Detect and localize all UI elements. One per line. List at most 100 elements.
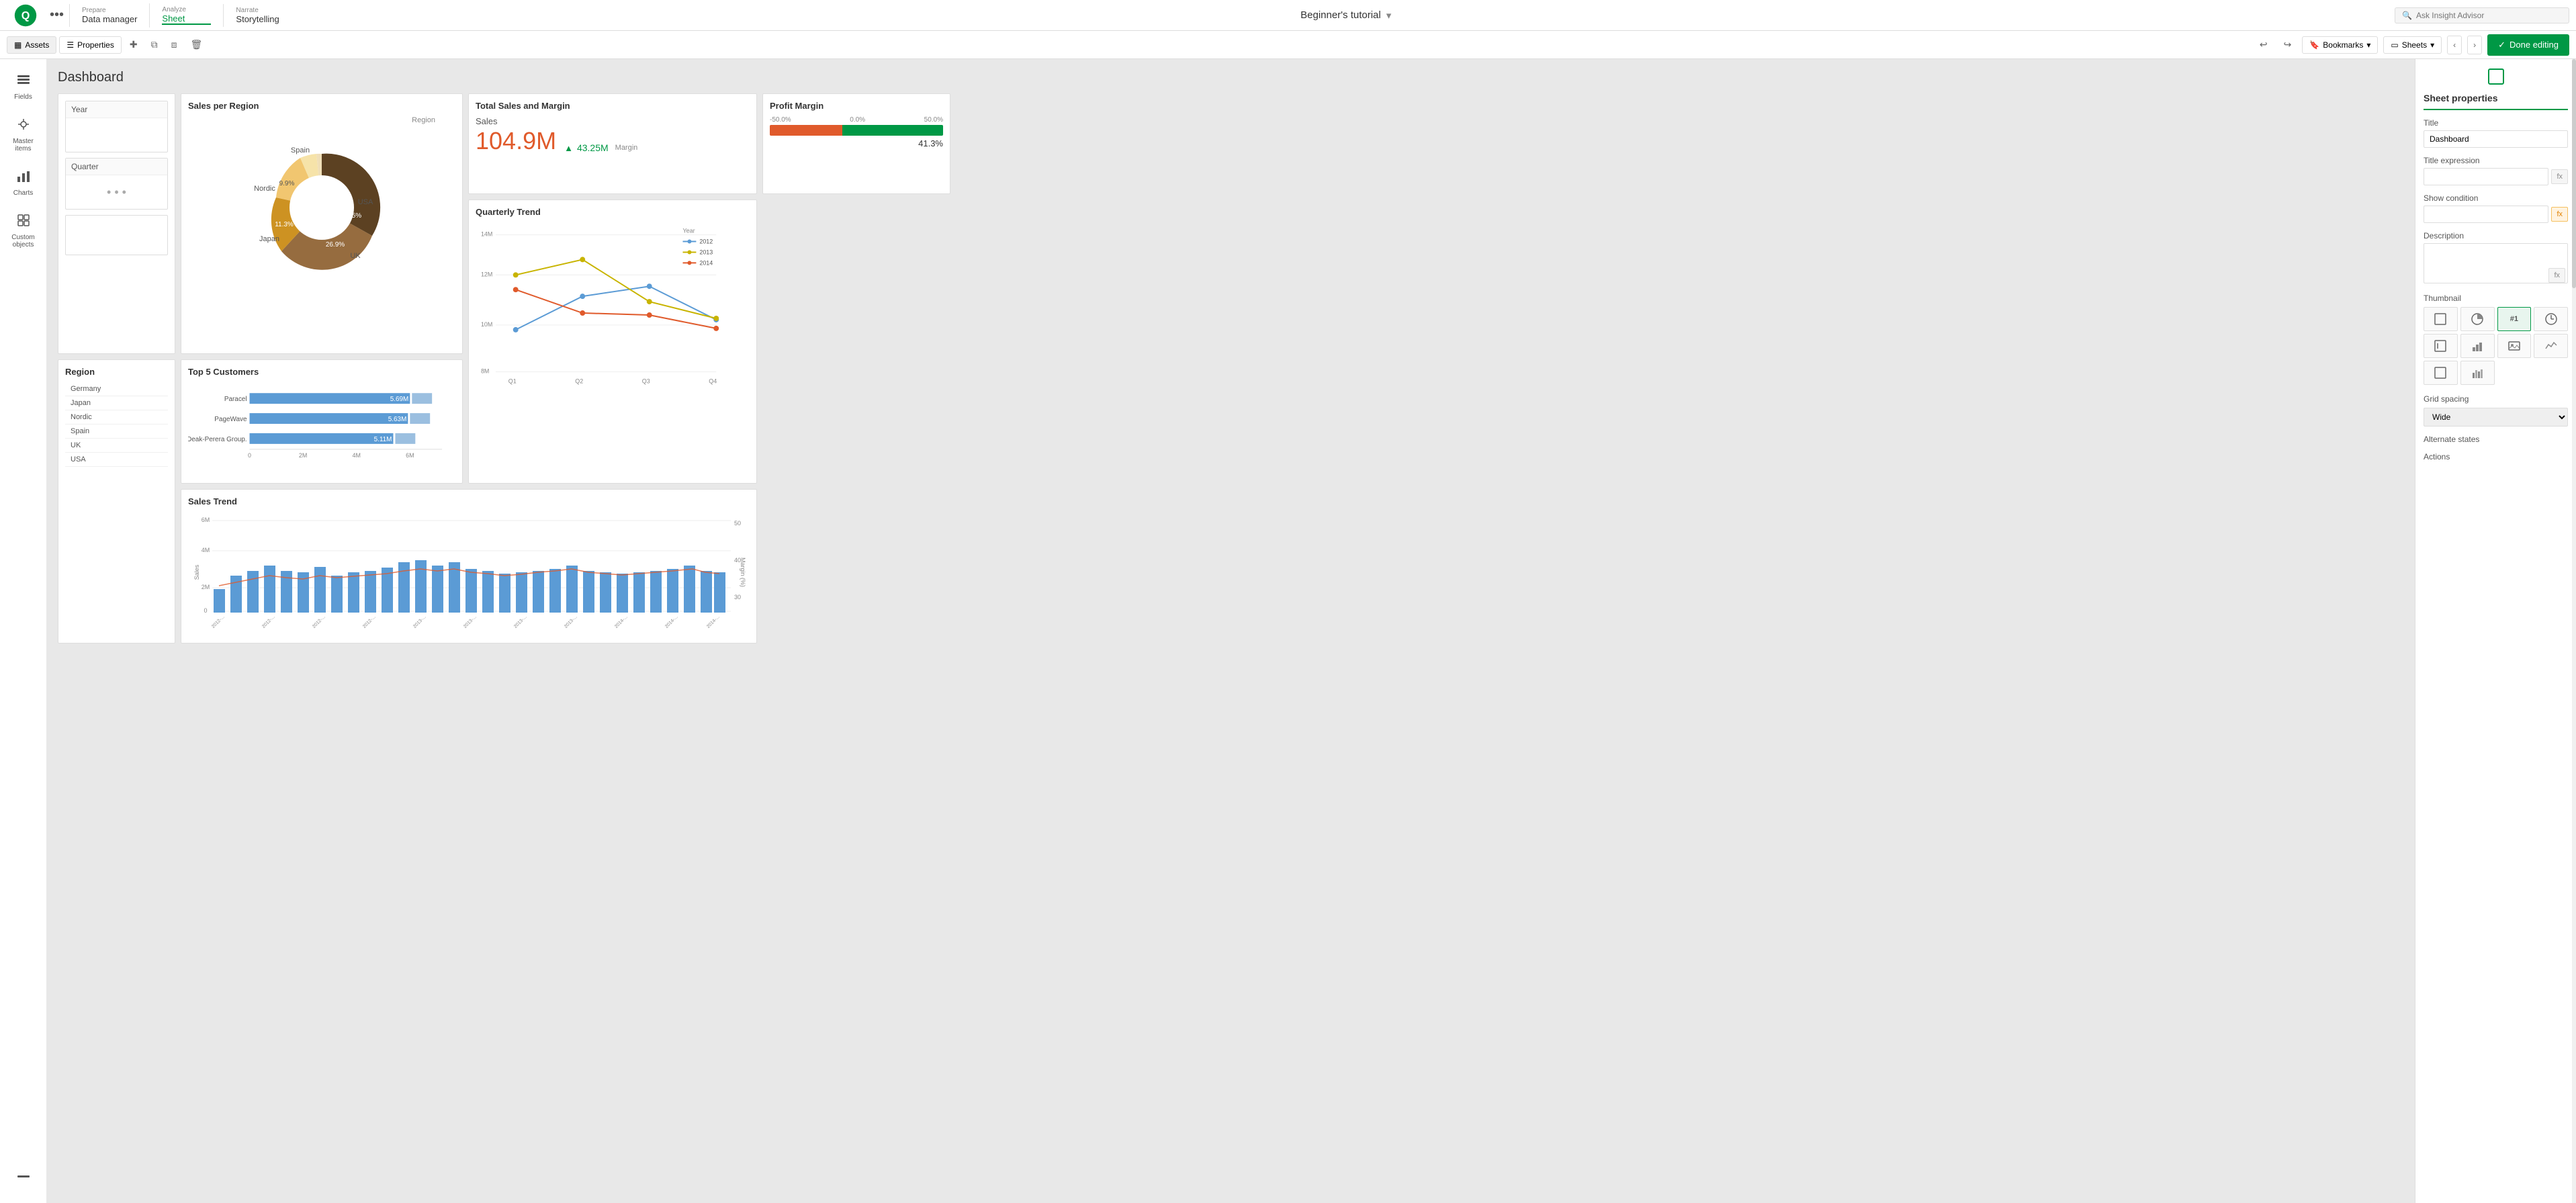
svg-text:2012-...: 2012-...: [211, 615, 226, 629]
thumb-line[interactable]: [2534, 334, 2568, 358]
thumb-badge-item[interactable]: #1: [2497, 307, 2532, 331]
thumb-sheet[interactable]: [2424, 307, 2458, 331]
region-list: GermanyJapanNordicSpainUKUSA: [65, 382, 168, 467]
svg-text:11.3%: 11.3%: [275, 221, 294, 228]
copy-button[interactable]: ⧈: [166, 35, 183, 54]
thumb-pie[interactable]: [2460, 307, 2495, 331]
svg-text:5.69M: 5.69M: [390, 396, 409, 403]
thumb-image[interactable]: [2497, 334, 2532, 358]
left-sidebar: Fields Master items Charts Custom object…: [0, 59, 47, 1203]
bookmarks-button[interactable]: 🔖 Bookmarks ▾: [2302, 36, 2378, 54]
app-title[interactable]: Beginner's tutorial ▾: [297, 9, 2395, 21]
undo-button[interactable]: ↩: [2254, 35, 2273, 54]
svg-text:Q3: Q3: [642, 378, 650, 385]
show-condition-input[interactable]: [2424, 206, 2548, 223]
show-condition-row: fx: [2424, 206, 2568, 223]
actions-label: Actions: [2424, 452, 2568, 461]
thumb-prev[interactable]: [2424, 334, 2458, 358]
add-object-button[interactable]: ✚: [124, 35, 143, 54]
nav-prepare[interactable]: Prepare Data manager: [69, 4, 149, 27]
toolbar: ▦ Assets ☰ Properties ✚ ⧉ ⧈ 🗑 ↩ ↪ 🔖 Book…: [0, 31, 2576, 59]
toolbar-right: ↩ ↪ 🔖 Bookmarks ▾ ▭ Sheets ▾ ‹ › ✓ Done …: [2254, 34, 2569, 56]
insight-advisor-search[interactable]: 🔍: [2395, 7, 2569, 24]
svg-text:Sales: Sales: [193, 564, 200, 580]
region-list-item[interactable]: Nordic: [65, 410, 168, 425]
svg-text:45.5%: 45.5%: [343, 212, 361, 220]
svg-text:4M: 4M: [202, 547, 210, 553]
assets-icon: ▦: [14, 40, 21, 50]
svg-text:2012-...: 2012-...: [261, 615, 276, 629]
svg-text:Q: Q: [21, 9, 30, 21]
redo-button[interactable]: ↪: [2278, 35, 2297, 54]
sales-trend-panel: Sales Trend 6M 4M 2M 0 Sales 50 40 30: [181, 489, 757, 643]
svg-text:2014-...: 2014-...: [614, 615, 629, 629]
fields-icon: [16, 73, 31, 91]
qlik-logo[interactable]: Q: [7, 3, 44, 28]
svg-text:14M: 14M: [481, 231, 492, 238]
quarterly-trend-panel: Quarterly Trend 14M 12M 10M 8M: [468, 199, 757, 484]
sheets-button[interactable]: ▭ Sheets ▾: [2383, 36, 2442, 54]
nav-next-button[interactable]: ›: [2467, 36, 2482, 54]
sales-per-region-panel: Sales per Region Region: [181, 93, 463, 354]
svg-text:Deak-Perera Group.: Deak-Perera Group.: [188, 436, 247, 443]
done-editing-button[interactable]: ✓ Done editing: [2487, 34, 2569, 56]
sidebar-item-fields[interactable]: Fields: [3, 66, 44, 107]
nav-narrate[interactable]: Narrate Storytelling: [223, 4, 297, 27]
sales-trend-chart: 6M 4M 2M 0 Sales 50 40 30 Margin (%): [188, 512, 750, 629]
region-list-item[interactable]: Japan: [65, 396, 168, 410]
region-list-item[interactable]: Spain: [65, 425, 168, 439]
sheets-caret-icon: ▾: [2430, 40, 2434, 50]
svg-text:2014: 2014: [699, 259, 713, 266]
svg-text:Nordic: Nordic: [254, 185, 275, 193]
master-items-label: Master items: [9, 138, 38, 152]
grid-spacing-select[interactable]: Wide Medium Narrow: [2424, 408, 2568, 427]
properties-icon: ☰: [66, 40, 74, 50]
title-input[interactable]: [2424, 130, 2568, 148]
nav-analyze[interactable]: Analyze Sheet: [149, 3, 223, 28]
delete-button[interactable]: 🗑: [185, 35, 208, 54]
sheets-icon: ▭: [2391, 40, 2398, 50]
total-sales-margin-panel: Total Sales and Margin Sales 104.9M ▲ 43…: [468, 93, 757, 194]
region-list-item[interactable]: USA: [65, 453, 168, 467]
thumb-next1[interactable]: [2424, 361, 2458, 385]
region-list-item[interactable]: UK: [65, 439, 168, 453]
thumb-bar[interactable]: [2460, 334, 2495, 358]
region-list-item[interactable]: Germany: [65, 382, 168, 396]
svg-text:30: 30: [734, 594, 741, 600]
kpi-margin: ▲ 43.25M Margin: [564, 142, 637, 153]
svg-text:PageWave: PageWave: [214, 416, 247, 423]
properties-button[interactable]: ☰ Properties: [59, 36, 121, 54]
profit-percentage: 41.3%: [770, 138, 943, 148]
sidebar-item-bottom[interactable]: [3, 1158, 44, 1190]
search-input[interactable]: [2416, 11, 2550, 20]
description-row: fx: [2424, 243, 2568, 285]
thumb-clock[interactable]: [2534, 307, 2568, 331]
thumbnail-grid: #1: [2424, 307, 2568, 385]
year-filter[interactable]: Year: [65, 101, 168, 152]
svg-text:2014-...: 2014-...: [706, 615, 721, 629]
grid-spacing-row: Wide Medium Narrow: [2424, 408, 2568, 427]
thumb-grouped-bar[interactable]: [2460, 361, 2495, 385]
sheet-properties-panel: Sheet properties Title Title expression …: [2415, 59, 2576, 1203]
sheet-properties-title: Sheet properties: [2424, 93, 2568, 110]
duplicate-button[interactable]: ⧉: [146, 35, 163, 54]
app-title-caret-icon: ▾: [1386, 9, 1392, 21]
svg-text:2M: 2M: [202, 584, 210, 590]
description-fx-button[interactable]: fx: [2548, 268, 2565, 283]
nav-prev-button[interactable]: ‹: [2447, 36, 2462, 54]
svg-text:Paracel: Paracel: [224, 396, 247, 403]
sidebar-item-custom[interactable]: Custom objects: [3, 206, 44, 255]
quarter-filter[interactable]: Quarter • • •: [65, 158, 168, 210]
more-options-button[interactable]: •••: [44, 7, 69, 23]
description-textarea[interactable]: [2424, 243, 2568, 283]
sidebar-item-charts[interactable]: Charts: [3, 162, 44, 204]
assets-button[interactable]: ▦ Assets: [7, 36, 56, 54]
region-filter-panel: Region GermanyJapanNordicSpainUKUSA: [58, 359, 175, 643]
margin-arrow-icon: ▲: [564, 143, 573, 153]
title-expression-input[interactable]: [2424, 168, 2548, 185]
title-expression-fx-button[interactable]: fx: [2551, 169, 2568, 184]
dashboard-container: Dashboard Year Quarter • • • Sa: [47, 59, 2415, 1203]
show-condition-fx-button[interactable]: fx: [2551, 207, 2568, 222]
sidebar-item-master[interactable]: Master items: [3, 110, 44, 159]
kpi-sales-value: 104.9M: [476, 129, 556, 153]
